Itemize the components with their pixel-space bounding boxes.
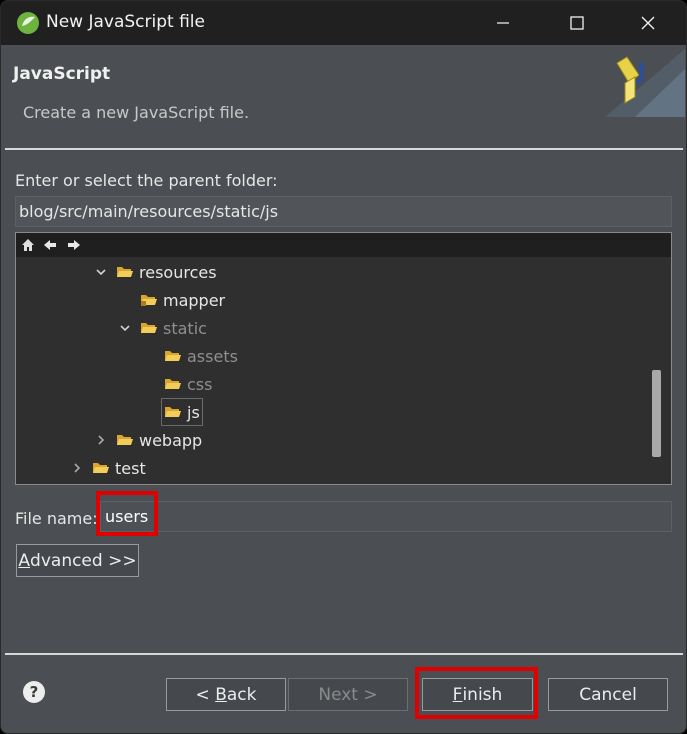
back-label: ack [226, 684, 257, 705]
advanced-mnemonic: A [18, 550, 31, 571]
chevron-down-icon[interactable] [116, 319, 134, 337]
tree-item-label: webapp [139, 430, 203, 450]
tree-item-label: css [187, 374, 213, 394]
maximize-button[interactable] [547, 1, 607, 45]
next-button[interactable]: Next > [288, 678, 408, 711]
header-separator [5, 148, 683, 150]
folder-open-icon [117, 267, 133, 277]
wizard-header: JavaScript Create a new JavaScript file.… [1, 45, 686, 149]
forward-arrow-icon[interactable] [66, 237, 82, 253]
back-prefix: < [195, 684, 216, 705]
folder-open-icon [165, 407, 181, 417]
help-icon[interactable]: ? [23, 681, 45, 703]
tree-scrollbar-thumb[interactable] [652, 370, 661, 457]
tree-item-label: resources [139, 262, 217, 282]
javascript-wizard-icon: J [605, 49, 685, 117]
home-icon[interactable] [20, 237, 36, 253]
package-folder-icon [141, 295, 157, 306]
tree-item-js[interactable]: js [161, 398, 203, 426]
tree-item-static[interactable]: static [116, 315, 207, 341]
tree-item-label: mapper [163, 290, 226, 310]
advanced-button[interactable]: Advanced >> [16, 544, 139, 577]
folder-open-icon [165, 351, 181, 361]
wizard-title: JavaScript [13, 64, 111, 84]
dialog-window: New JavaScript file JavaScript Create a … [0, 0, 687, 734]
tree-item-webapp[interactable]: webapp [92, 427, 202, 453]
close-button[interactable] [618, 1, 678, 45]
advanced-label: dvanced >> [30, 550, 137, 571]
svg-text:J: J [635, 60, 645, 85]
chevron-right-icon[interactable] [92, 431, 110, 449]
folder-open-icon [117, 435, 133, 445]
chevron-down-icon[interactable] [92, 263, 110, 281]
tree-item-assets[interactable]: assets [164, 343, 238, 369]
back-arrow-icon[interactable] [42, 237, 58, 253]
tree-toolbar [16, 233, 671, 257]
minimize-button[interactable] [473, 1, 533, 45]
file-name-input[interactable] [100, 501, 672, 532]
back-button[interactable]: < Back [166, 678, 286, 711]
file-name-highlight [96, 491, 158, 536]
tree-item-label: js [187, 402, 200, 422]
parent-folder-label: Enter or select the parent folder: [15, 171, 278, 190]
window-title: New JavaScript file [46, 12, 205, 32]
folder-open-icon [165, 379, 181, 389]
close-icon [641, 16, 655, 30]
back-mnemonic: B [215, 684, 227, 705]
minimize-icon [497, 22, 509, 24]
finish-highlight [415, 667, 538, 719]
chevron-right-icon[interactable] [68, 459, 86, 477]
file-name-label: File name: [15, 509, 98, 528]
tree-item-label: test [115, 458, 146, 478]
tree-item-label: static [163, 318, 207, 338]
maximize-icon [570, 16, 584, 30]
footer-separator [5, 653, 683, 655]
tree-item-resources[interactable]: resources [92, 259, 217, 285]
folder-open-icon [93, 463, 109, 473]
tree-item-css[interactable]: css [164, 371, 212, 397]
folder-tree[interactable]: resources mapper static assets css js we… [15, 232, 672, 485]
folder-open-icon [141, 323, 157, 333]
tree-item-label: assets [187, 346, 238, 366]
spring-app-icon [17, 12, 39, 34]
parent-folder-input[interactable]: blog/src/main/resources/static/js [15, 196, 672, 227]
tree-item-mapper[interactable]: mapper [140, 287, 225, 313]
wizard-description: Create a new JavaScript file. [23, 103, 250, 122]
cancel-button[interactable]: Cancel [548, 678, 668, 711]
tree-item-test[interactable]: test [68, 455, 146, 481]
title-bar: New JavaScript file [1, 1, 686, 45]
